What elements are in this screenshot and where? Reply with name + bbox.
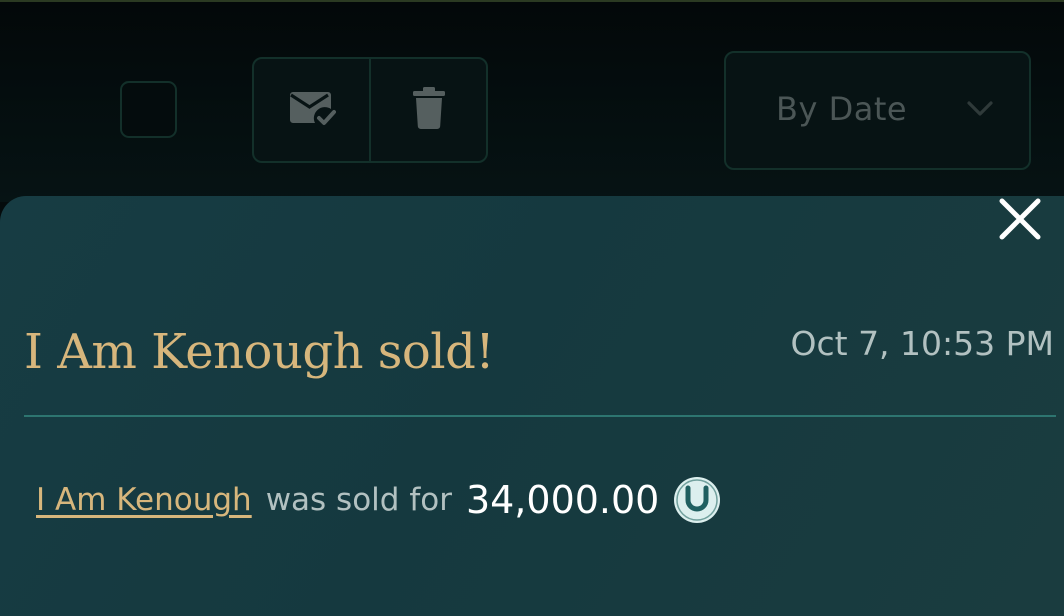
notification-title: I Am Kenough sold! — [24, 324, 495, 380]
select-all-checkbox[interactable] — [120, 81, 177, 138]
trash-icon — [412, 86, 446, 134]
item-link[interactable]: I Am Kenough — [36, 482, 252, 518]
notification-panel — [0, 196, 1064, 616]
notification-timestamp: Oct 7, 10:53 PM — [790, 324, 1054, 363]
mail-check-icon — [288, 86, 336, 134]
horseshoe-coin-icon — [673, 476, 721, 524]
delete-button[interactable] — [369, 59, 486, 161]
divider — [24, 415, 1056, 417]
sort-dropdown-label: By Date — [776, 90, 908, 128]
close-icon — [998, 197, 1042, 245]
chevron-down-icon — [966, 100, 994, 122]
bulk-actions-group — [252, 57, 488, 163]
notifications-toolbar: By Date — [0, 2, 1064, 202]
notification-message: I Am Kenough was sold for 34,000.00 — [36, 475, 721, 525]
message-text: was sold for — [265, 482, 452, 518]
sort-dropdown[interactable]: By Date — [724, 51, 1031, 170]
sale-price: 34,000.00 — [465, 478, 660, 522]
close-button[interactable] — [998, 197, 1042, 245]
mark-read-button[interactable] — [254, 59, 369, 161]
